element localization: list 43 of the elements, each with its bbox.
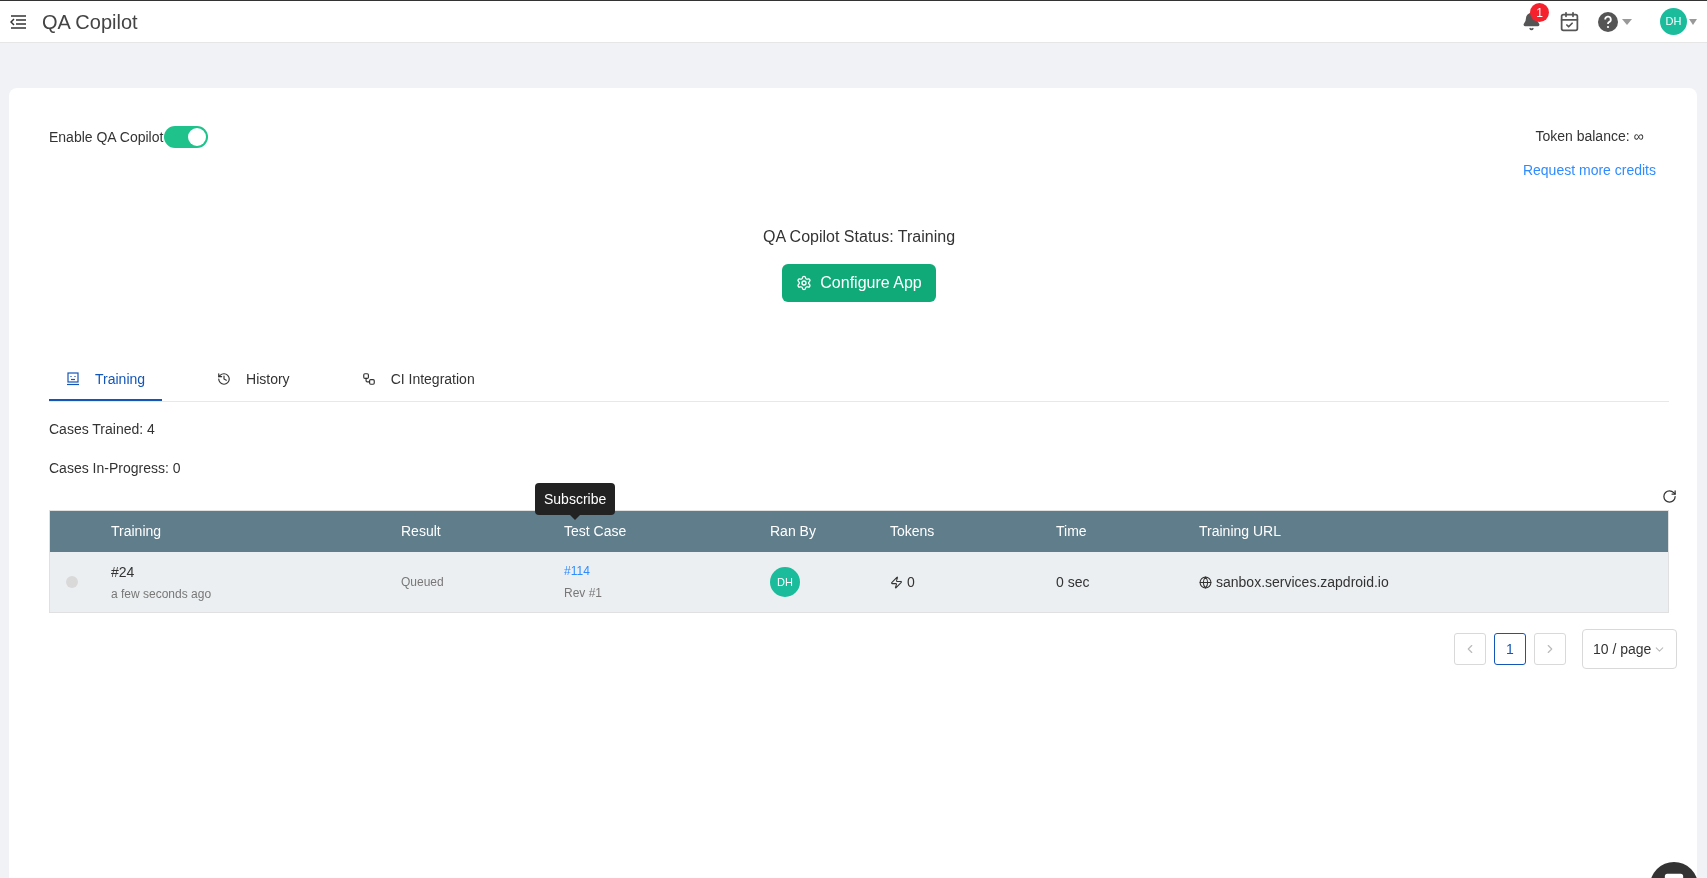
- enable-switch[interactable]: [164, 126, 209, 148]
- row-radio[interactable]: [65, 576, 78, 588]
- page-button[interactable]: 1: [1494, 633, 1526, 665]
- column-header: Time: [1056, 523, 1087, 539]
- page-size-select[interactable]: 10 / page: [1582, 629, 1677, 669]
- toggle-label: Enable QA Copilot: [49, 127, 164, 147]
- network-icon: [361, 372, 376, 386]
- tab[interactable]: History: [200, 359, 307, 401]
- menu-icon[interactable]: [10, 14, 27, 29]
- column-header: Test Case: [564, 523, 627, 539]
- settings-icon: [796, 275, 813, 291]
- refresh-icon[interactable]: [1662, 489, 1677, 504]
- revision-text: Rev #1: [564, 585, 603, 602]
- training-url: sanbox.services.zapdroid.io: [1216, 572, 1389, 592]
- result-text: Queued: [401, 574, 445, 591]
- tab[interactable]: CI Integration: [344, 359, 492, 401]
- training-time: a few seconds ago: [111, 585, 213, 603]
- cases-trained-text: Cases Trained: 4: [49, 420, 156, 439]
- column-header: Ran By: [770, 523, 816, 539]
- tooltip-arrow-icon: [570, 515, 581, 520]
- training-id: #24: [111, 562, 136, 582]
- user-avatar: DH: [770, 567, 800, 597]
- tokens-value: 0: [907, 572, 915, 592]
- globe-icon: [1199, 575, 1212, 589]
- caret-icon[interactable]: [1689, 18, 1697, 25]
- column-header: Tokens: [890, 523, 935, 539]
- help-icon[interactable]: [1598, 11, 1618, 32]
- cases-in-progress-text: Cases In-Progress: 0: [49, 459, 182, 478]
- notification-badge: 1: [1530, 3, 1549, 22]
- history-icon: [217, 372, 232, 386]
- time-value: 0 sec: [1056, 572, 1091, 592]
- tooltip: Subscribe: [535, 483, 616, 515]
- monitor-icon: [66, 372, 80, 386]
- caret-icon[interactable]: [1622, 18, 1632, 25]
- column-header: Training URL: [1199, 523, 1281, 539]
- column-header: Training: [111, 523, 162, 539]
- status-text: QA Copilot Status: Training: [762, 227, 956, 247]
- app-title: QA Copilot: [42, 9, 138, 35]
- lightning-icon: [890, 575, 903, 589]
- tab[interactable]: Training: [49, 359, 163, 401]
- column-header: Result: [401, 523, 441, 539]
- token-balance: Token balance: ∞: [1535, 127, 1644, 146]
- calendar-icon[interactable]: [1559, 11, 1580, 32]
